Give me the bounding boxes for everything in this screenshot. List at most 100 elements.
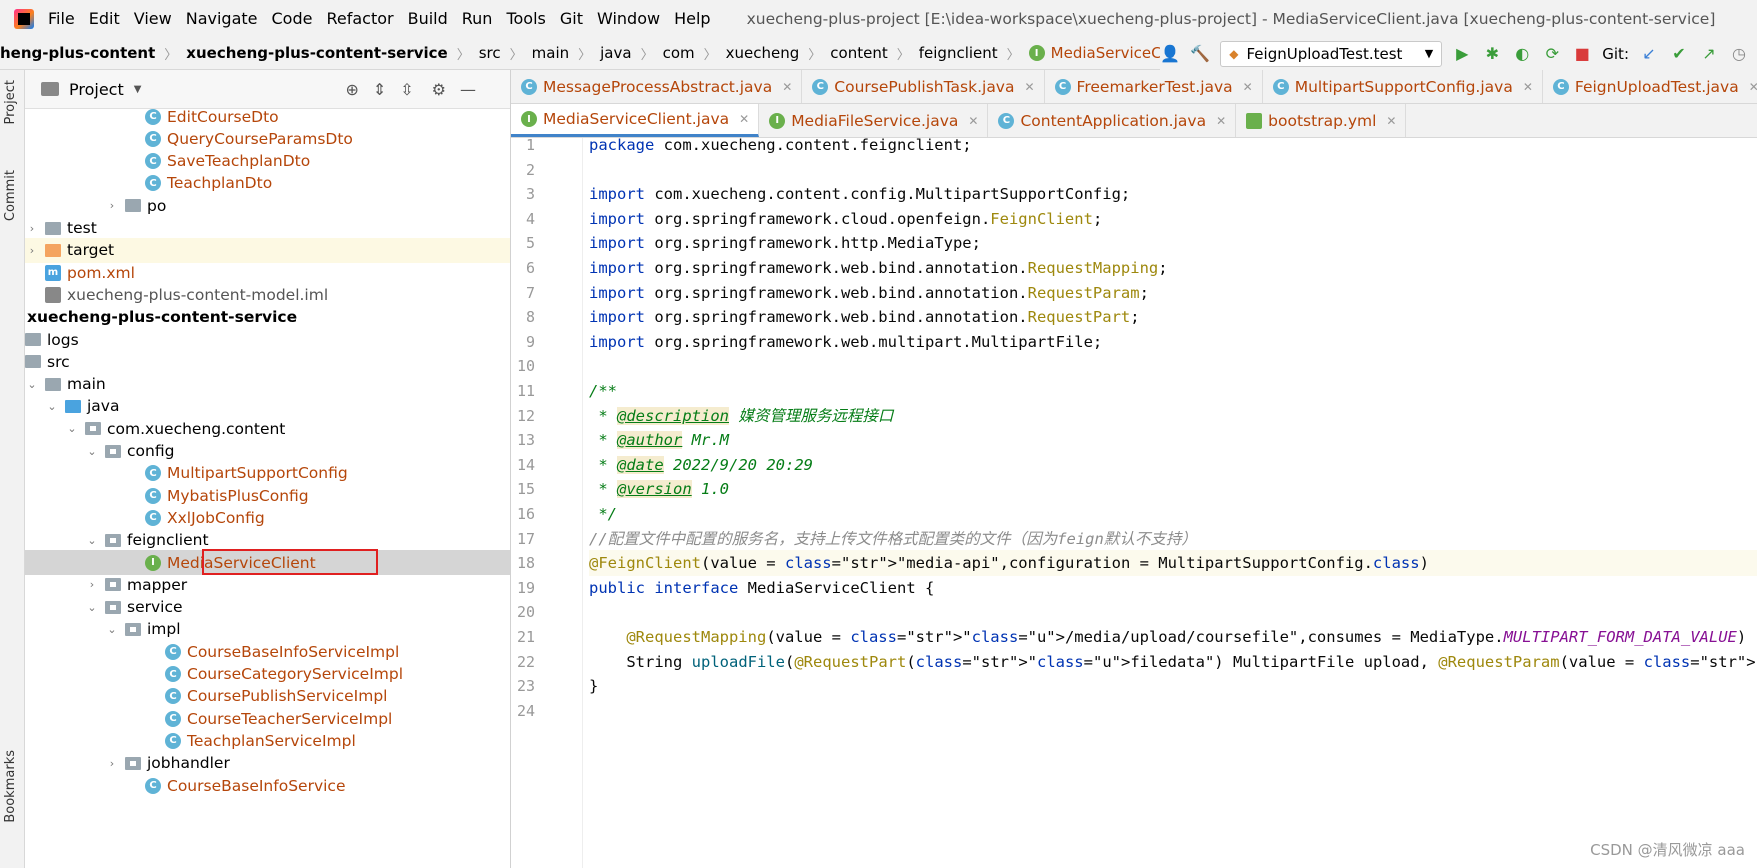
code-line[interactable]: //配置文件中配置的服务名，支持上传文件格式配置类的文件（因为feign默认不支…	[589, 526, 1197, 552]
code-line[interactable]: * @date 2022/9/20 20:29	[589, 452, 813, 478]
close-icon[interactable]: ✕	[1216, 114, 1226, 128]
tree-item[interactable]: xuecheng-plus-content-model.iml	[25, 282, 510, 307]
tree-item[interactable]: ⌄ config	[25, 439, 510, 464]
tree-item[interactable]: C TeachplanServiceImpl	[25, 728, 510, 753]
tree-toggle-icon[interactable]: ›	[25, 222, 39, 235]
tree-item[interactable]: C CourseBaseInfoServiceImpl	[25, 639, 510, 664]
menu-window[interactable]: Window	[597, 9, 660, 28]
breadcrumb-item[interactable]: com	[663, 44, 695, 62]
tree-item[interactable]: ⌄ java	[25, 394, 510, 419]
breadcrumb-item[interactable]: src	[479, 44, 501, 62]
tree-item[interactable]: C MultipartSupportConfig	[25, 461, 510, 486]
code-line[interactable]: import org.springframework.http.MediaTyp…	[589, 230, 981, 256]
code-line[interactable]: @FeignClient(value = class="str">"media-…	[589, 550, 1757, 577]
gear-icon[interactable]: ⚙	[432, 80, 446, 99]
project-tool-tab[interactable]: Project	[3, 80, 18, 124]
menu-edit[interactable]: Edit	[89, 9, 120, 28]
tree-toggle-icon[interactable]: ›	[105, 199, 119, 212]
menu-tools[interactable]: Tools	[506, 9, 545, 28]
tree-item[interactable]: C CourseCategoryServiceImpl	[25, 662, 510, 687]
tree-toggle-icon[interactable]: ⌄	[45, 400, 59, 413]
tree-toggle-icon[interactable]: ⌄	[85, 601, 99, 614]
tree-item[interactable]: C MybatisPlusConfig	[25, 483, 510, 508]
menu-help[interactable]: Help	[674, 9, 710, 28]
tree-toggle-icon[interactable]: ⌄	[105, 623, 119, 636]
code-line[interactable]: /**	[589, 378, 617, 404]
tree-item[interactable]: C CoursePublishServiceImpl	[25, 684, 510, 709]
tree-item[interactable]: › target	[25, 237, 510, 263]
tree-item[interactable]: m pom.xml	[25, 260, 510, 285]
stop-icon[interactable]: ■	[1572, 44, 1592, 64]
chevron-down-icon[interactable]: ▼	[134, 84, 142, 95]
bookmarks-tool-tab[interactable]: Bookmarks	[3, 750, 18, 823]
code-editor[interactable]: 1 2 3 4 5 6 7 8 9 10 11 12 13 14 15 16 17 18 19 20 21 22 23 24 …	[511, 136, 1757, 868]
code-line[interactable]: import org.springframework.web.multipart…	[589, 329, 1102, 355]
close-icon[interactable]: ✕	[1243, 80, 1253, 94]
menu-refactor[interactable]: Refactor	[326, 9, 393, 28]
editor-tab[interactable]: C CoursePublishTask.java ✕	[802, 70, 1045, 103]
editor-tab[interactable]: I MediaServiceClient.java ✕	[511, 104, 760, 137]
editor-tab[interactable]: C ContentApplication.java ✕	[988, 104, 1237, 137]
code-line[interactable]: import com.xuecheng.content.config.Multi…	[589, 181, 1130, 207]
run-icon[interactable]: ▶	[1452, 44, 1472, 64]
tree-item[interactable]: C QueryCourseParamsDto	[25, 126, 510, 151]
tree-item[interactable]: C CourseBaseInfoService	[25, 773, 510, 798]
code-line[interactable]: import org.springframework.web.bind.anno…	[589, 304, 1140, 330]
tree-item[interactable]: › mapper	[25, 572, 510, 597]
code-line[interactable]: public interface MediaServiceClient {	[589, 575, 934, 601]
tree-toggle-icon[interactable]: ›	[85, 578, 99, 591]
breadcrumb-item[interactable]: java	[600, 44, 631, 62]
editor-tab[interactable]: C MessageProcessAbstract.java ✕	[511, 70, 803, 103]
expand-all-icon[interactable]: ⇕	[373, 80, 386, 99]
locate-icon[interactable]: ⊕	[345, 80, 358, 99]
breadcrumb-item[interactable]: xuecheng	[726, 44, 800, 62]
git-update-icon[interactable]: ↙	[1639, 44, 1659, 64]
tree-item[interactable]: ⌄ main	[25, 372, 510, 397]
menu-git[interactable]: Git	[560, 9, 583, 28]
git-commit-icon[interactable]: ✔	[1669, 44, 1689, 64]
tree-item[interactable]: › po	[25, 193, 510, 218]
tree-toggle-icon[interactable]: ⌄	[65, 422, 79, 435]
minimize-icon[interactable]: —	[460, 80, 476, 99]
tree-item[interactable]: ⌄src	[25, 349, 510, 374]
menu-build[interactable]: Build	[408, 9, 448, 28]
code-line[interactable]: package com.xuecheng.content.feignclient…	[589, 138, 972, 158]
tree-item[interactable]: C TeachplanDto	[25, 171, 510, 196]
tree-toggle-icon[interactable]: ⌄	[25, 378, 39, 391]
tree-item[interactable]: ⌄xuecheng-plus-content-service	[25, 305, 510, 330]
close-icon[interactable]: ✕	[739, 112, 749, 126]
editor-tab[interactable]: C MultipartSupportConfig.java ✕	[1263, 70, 1543, 103]
menu-navigate[interactable]: Navigate	[186, 9, 258, 28]
code-line[interactable]: * @author Mr.M	[589, 427, 729, 453]
close-icon[interactable]: ✕	[1024, 80, 1034, 94]
code-line[interactable]: import org.springframework.cloud.openfei…	[589, 206, 1102, 232]
close-icon[interactable]: ✕	[1523, 80, 1533, 94]
coverage-icon[interactable]: ◐	[1512, 44, 1532, 64]
tree-item[interactable]: › test	[25, 216, 510, 241]
debug-icon[interactable]: ✱	[1482, 44, 1502, 64]
code-area[interactable]: package com.xuecheng.content.feignclient…	[589, 138, 1757, 868]
tree-item[interactable]: ⌄ com.xuecheng.content	[25, 416, 510, 441]
editor-tab[interactable]: bootstrap.yml ✕	[1236, 104, 1407, 137]
breadcrumb-item[interactable]: main	[532, 44, 569, 62]
tree-toggle-icon[interactable]: ⌄	[85, 534, 99, 547]
project-panel-title[interactable]: Project	[69, 80, 124, 99]
code-line[interactable]: */	[589, 501, 617, 527]
tree-item[interactable]: ›logs	[25, 327, 510, 352]
profile-icon[interactable]: ⟳	[1542, 44, 1562, 64]
menu-run[interactable]: Run	[462, 9, 493, 28]
code-line[interactable]: * @version 1.0	[589, 476, 729, 502]
tree-item[interactable]: ⌄ service	[25, 595, 510, 620]
tree-toggle-icon[interactable]: ›	[105, 757, 119, 770]
code-line[interactable]: }	[589, 673, 598, 699]
close-icon[interactable]: ✕	[968, 114, 978, 128]
code-line[interactable]: String uploadFile(@RequestPart(class="st…	[589, 649, 1757, 675]
tree-toggle-icon[interactable]: ›	[25, 244, 39, 257]
commit-tool-tab[interactable]: Commit	[3, 170, 18, 221]
tree-item[interactable]: C SaveTeachplanDto	[25, 149, 510, 174]
menu-file[interactable]: File	[48, 9, 75, 28]
collapse-all-icon[interactable]: ⇳	[400, 80, 413, 99]
code-line[interactable]: import org.springframework.web.bind.anno…	[589, 280, 1149, 306]
build-hammer-icon[interactable]: 🔨	[1190, 44, 1210, 64]
tree-toggle-icon[interactable]: ⌄	[85, 445, 99, 458]
